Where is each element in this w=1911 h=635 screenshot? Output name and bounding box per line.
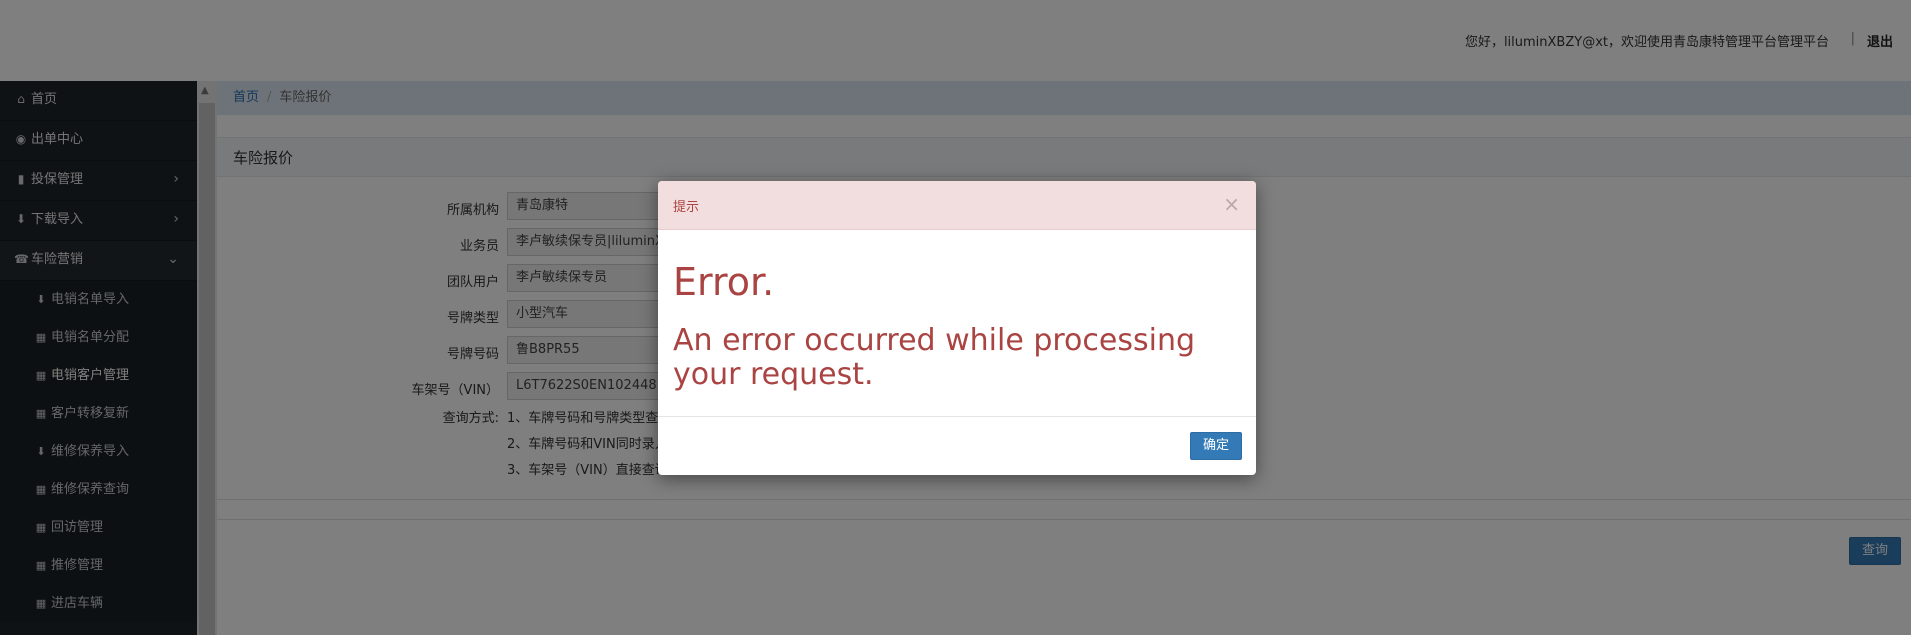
close-icon[interactable]: × [1223, 192, 1240, 216]
dialog-footer: 确定 [658, 416, 1256, 475]
dialog-header: 提示 × [658, 181, 1256, 230]
error-heading: Error. [673, 260, 775, 304]
dialog-title: 提示 [673, 200, 700, 215]
error-dialog: 提示 × Error. An error occurred while proc… [658, 181, 1256, 475]
error-message: An error occurred while processing your … [673, 323, 1195, 392]
dialog-body: Error. An error occurred while processin… [658, 230, 1256, 397]
confirm-button[interactable]: 确定 [1190, 432, 1242, 460]
